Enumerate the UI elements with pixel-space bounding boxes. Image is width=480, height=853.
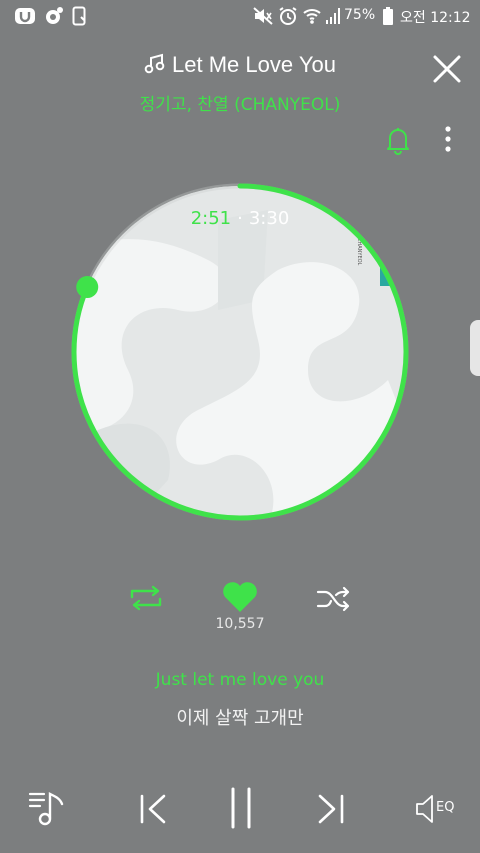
status-bar: 75% 오전 12:12 (0, 0, 480, 32)
total-time: 3:30 (248, 208, 290, 229)
heart-icon (223, 582, 257, 612)
song-title-row: Let Me Love You (0, 52, 480, 84)
more-vertical-icon (445, 126, 451, 152)
app-u-icon (14, 6, 36, 26)
mute-icon (252, 6, 274, 26)
pause-icon (231, 787, 251, 829)
like-button[interactable] (221, 580, 259, 614)
repeat-icon (130, 585, 162, 611)
music-app-icon (44, 6, 64, 26)
alarm-icon (278, 6, 298, 26)
wifi-icon (302, 6, 322, 26)
eq-label: EQ (436, 800, 455, 815)
song-title: Let Me Love You (172, 52, 336, 77)
pause-button[interactable] (228, 787, 254, 829)
next-button[interactable] (316, 793, 346, 825)
close-icon (433, 55, 461, 83)
shuffle-icon (316, 586, 350, 612)
playlist-icon (28, 792, 64, 826)
time-separator: · (237, 208, 243, 229)
bell-icon (387, 128, 409, 155)
music-note-icon (144, 53, 166, 75)
battery-percent: 75% (344, 7, 376, 23)
alarm-bell-button[interactable] (385, 125, 411, 155)
equalizer-button[interactable]: EQ (414, 792, 460, 826)
clock: 오전 12:12 (400, 10, 471, 26)
phone-icon (72, 6, 86, 26)
battery-icon (382, 6, 394, 26)
more-options-button[interactable] (440, 125, 456, 155)
shuffle-button[interactable] (316, 586, 352, 612)
album-art-pattern (74, 186, 406, 518)
playlist-button[interactable] (28, 788, 68, 828)
previous-icon (140, 794, 166, 824)
previous-button[interactable] (138, 793, 168, 825)
next-icon (318, 794, 344, 824)
current-time: 2:51 (190, 208, 232, 229)
like-count: 10,557 (215, 616, 265, 632)
side-panel-handle[interactable] (470, 320, 480, 376)
album-disc[interactable]: CHANYEOL (68, 180, 412, 524)
progress-handle[interactable] (76, 276, 99, 299)
time-display: 2:51 · 3:30 (0, 208, 480, 229)
repeat-button[interactable] (128, 585, 164, 611)
lyric-current-line[interactable]: Just let me love you (0, 670, 480, 690)
close-button[interactable] (430, 52, 464, 86)
signal-icon (324, 6, 342, 26)
song-artist[interactable]: 정기고, 찬열 (CHANYEOL) (0, 90, 480, 115)
lyric-next-line[interactable]: 이제 살짝 고개만 (0, 704, 480, 730)
